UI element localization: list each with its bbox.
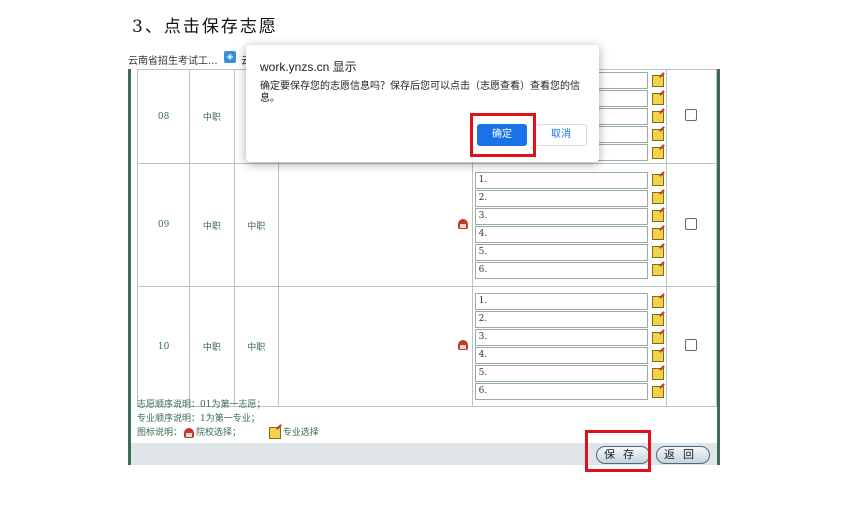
row-checkbox[interactable] bbox=[685, 339, 698, 351]
edit-icon bbox=[268, 426, 281, 439]
edit-icon[interactable] bbox=[651, 74, 664, 87]
major-row: 2. bbox=[474, 189, 664, 207]
preference-number: 09 bbox=[136, 163, 191, 287]
major-list-cell: 1.2.3.4.5.6. bbox=[471, 286, 667, 407]
edit-icon[interactable] bbox=[651, 367, 664, 380]
cancel-button[interactable]: 取消 bbox=[535, 124, 587, 146]
confirm-dialog: work.ynzs.cn 显示 确定要保存您的志愿信息吗？保存后您可以点击（志愿… bbox=[246, 45, 599, 162]
major-row: 4. bbox=[474, 225, 664, 243]
select-cell bbox=[665, 69, 718, 164]
edit-icon[interactable] bbox=[651, 128, 664, 141]
major-row: 4. bbox=[474, 347, 664, 364]
major-list-cell: 1.2.3.4.5.6. bbox=[471, 163, 667, 287]
dialog-message: 确定要保存您的志愿信息吗？保存后您可以点击（志愿查看）查看您的信息。 bbox=[260, 81, 580, 104]
preference-row: 10 中职 中职 1. 2. 3. 4. 5. 6. bbox=[136, 286, 718, 407]
major-input[interactable]: 3. bbox=[474, 329, 648, 346]
school-icon[interactable] bbox=[457, 218, 468, 229]
preference-number: 08 bbox=[136, 69, 191, 164]
major-input[interactable]: 2. bbox=[474, 189, 648, 207]
major-row: 2. bbox=[474, 311, 664, 328]
edit-icon[interactable] bbox=[651, 246, 664, 258]
level-cell: 中职 bbox=[233, 163, 279, 287]
save-highlight-box bbox=[585, 430, 651, 472]
major-input[interactable]: 2. bbox=[474, 311, 648, 328]
major-note: 专业顺序说明：1为第一专业； bbox=[137, 414, 260, 424]
edit-icon[interactable] bbox=[651, 174, 664, 186]
ok-highlight-box bbox=[470, 113, 536, 157]
preference-row: 09 中职 中职 1. 2. 3. 4. 5. 6. bbox=[136, 163, 718, 287]
major-input[interactable]: 4. bbox=[474, 225, 648, 243]
edit-icon[interactable] bbox=[651, 295, 664, 308]
edit-icon[interactable] bbox=[651, 264, 664, 276]
edit-icon[interactable] bbox=[651, 331, 664, 344]
back-button[interactable]: 返回 bbox=[656, 446, 710, 464]
legend-major: 专业选择 bbox=[282, 428, 319, 438]
major-row: 3. bbox=[474, 329, 664, 346]
major-input[interactable]: 3. bbox=[474, 207, 648, 225]
level-cell: 中职 bbox=[189, 163, 235, 287]
edit-icon[interactable] bbox=[651, 110, 664, 123]
edit-icon[interactable] bbox=[651, 385, 664, 398]
edit-icon[interactable] bbox=[651, 192, 664, 204]
level-cell: 中职 bbox=[189, 286, 235, 407]
favicon-icon: ◈ bbox=[224, 51, 236, 63]
major-row: 1. bbox=[474, 293, 664, 310]
school-icon bbox=[184, 427, 195, 438]
major-input[interactable]: 1. bbox=[474, 171, 648, 189]
preference-number: 10 bbox=[136, 286, 191, 407]
major-row: 1. bbox=[474, 171, 664, 189]
edit-icon[interactable] bbox=[651, 210, 664, 222]
edit-icon[interactable] bbox=[651, 146, 664, 159]
edit-icon[interactable] bbox=[651, 228, 664, 240]
major-input[interactable]: 6. bbox=[474, 261, 648, 279]
level-cell: 中职 bbox=[233, 286, 279, 407]
browser-tab-title[interactable]: 云南省招生考试工... bbox=[128, 52, 218, 67]
edit-icon[interactable] bbox=[651, 313, 664, 326]
major-row: 5. bbox=[474, 365, 664, 382]
document-heading: 3、点击保存志愿 bbox=[132, 17, 278, 37]
legend-school: 院校选择； bbox=[196, 428, 242, 438]
major-input[interactable]: 5. bbox=[474, 365, 648, 382]
school-cell bbox=[277, 286, 473, 407]
select-cell bbox=[665, 286, 718, 407]
major-row: 6. bbox=[474, 261, 664, 279]
major-input[interactable]: 4. bbox=[474, 347, 648, 364]
school-icon[interactable] bbox=[457, 340, 468, 350]
dialog-title: work.ynzs.cn 显示 bbox=[260, 60, 357, 74]
select-cell bbox=[665, 163, 718, 287]
legend-prefix: 图标说明： bbox=[137, 428, 183, 438]
row-checkbox[interactable] bbox=[685, 217, 698, 230]
major-row: 5. bbox=[474, 243, 664, 261]
school-cell bbox=[277, 163, 473, 287]
major-input[interactable]: 5. bbox=[474, 243, 648, 261]
order-note: 志愿顺序说明：01为第一志愿； bbox=[137, 400, 266, 410]
major-row: 3. bbox=[474, 207, 664, 225]
major-input[interactable]: 1. bbox=[474, 293, 648, 310]
row-checkbox[interactable] bbox=[685, 109, 698, 121]
edit-icon[interactable] bbox=[651, 349, 664, 362]
edit-icon[interactable] bbox=[651, 92, 664, 105]
level-cell: 中职 bbox=[189, 69, 235, 164]
